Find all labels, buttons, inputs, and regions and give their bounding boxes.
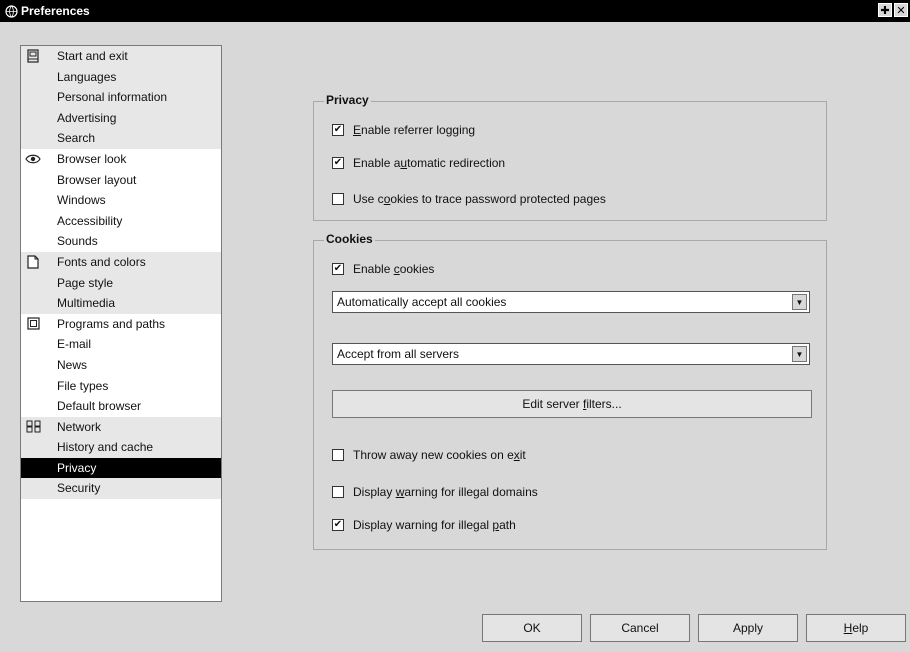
cookie-server-select[interactable]: Accept from all servers ▼ bbox=[332, 343, 810, 365]
enable-cookies-checkbox[interactable]: ✔ Enable cookies bbox=[332, 262, 434, 276]
privacy-legend: Privacy bbox=[324, 93, 371, 107]
checkbox-box[interactable]: ✔ bbox=[332, 124, 344, 136]
sidebar-item-network[interactable]: Network bbox=[21, 417, 221, 438]
chevron-down-icon[interactable]: ▼ bbox=[792, 294, 807, 310]
sidebar-item-accessibility[interactable]: Accessibility bbox=[21, 211, 221, 232]
cancel-button[interactable]: Cancel bbox=[590, 614, 690, 642]
enable-referrer-logging-checkbox[interactable]: ✔ Enable referrer logging bbox=[332, 123, 475, 137]
sidebar-item-advertising[interactable]: Advertising bbox=[21, 108, 221, 129]
category-list[interactable]: Start and exit Languages Personal informat… bbox=[20, 45, 222, 602]
close-button[interactable]: ✕ bbox=[894, 3, 908, 17]
document-icon bbox=[25, 254, 41, 270]
maximize-button[interactable]: ✚ bbox=[878, 3, 892, 17]
checkbox-label: Use cookies to trace password protected … bbox=[353, 192, 606, 206]
warn-illegal-domains-checkbox[interactable]: Display warning for illegal domains bbox=[332, 485, 538, 499]
checkbox-box[interactable]: ✔ bbox=[332, 519, 344, 531]
door-icon bbox=[25, 48, 41, 64]
sidebar-item-privacy[interactable]: Privacy bbox=[21, 457, 221, 479]
sidebar-item-languages[interactable]: Languages bbox=[21, 67, 221, 88]
category-group: Fonts and colors Page style Multimedia bbox=[21, 251, 221, 314]
checkbox-box[interactable] bbox=[332, 486, 344, 498]
help-button[interactable]: Help bbox=[806, 614, 906, 642]
sidebar-item-browser-look[interactable]: Browser look bbox=[21, 149, 221, 170]
checkbox-label: Display warning for illegal path bbox=[353, 518, 516, 532]
checkbox-box[interactable] bbox=[332, 449, 344, 461]
sidebar-item-file-types[interactable]: File types bbox=[21, 376, 221, 397]
sidebar-item-browser-layout[interactable]: Browser layout bbox=[21, 170, 221, 191]
cookies-legend: Cookies bbox=[324, 232, 375, 246]
eye-icon bbox=[25, 151, 41, 167]
category-group: Start and exit Languages Personal informat… bbox=[21, 46, 221, 149]
enable-automatic-redirection-checkbox[interactable]: ✔ Enable automatic redirection bbox=[332, 156, 505, 170]
privacy-group: Privacy ✔ Enable referrer logging ✔ Enab… bbox=[313, 93, 827, 221]
cookie-acceptance-select[interactable]: Automatically accept all cookies ▼ bbox=[332, 291, 810, 313]
program-icon bbox=[25, 316, 41, 332]
category-group: Programs and paths E-mail News File types De… bbox=[21, 314, 221, 417]
button-label: Help bbox=[843, 621, 869, 635]
category-group: Browser look Browser layout Windows Accessi… bbox=[21, 149, 221, 252]
sidebar-item-history-and-cache[interactable]: History and cache bbox=[21, 437, 221, 458]
checkbox-label: Throw away new cookies on exit bbox=[353, 448, 526, 462]
throw-away-cookies-checkbox[interactable]: Throw away new cookies on exit bbox=[332, 448, 526, 462]
category-group: Network History and cache Privacy Security bbox=[21, 416, 221, 500]
sidebar-item-personal-information[interactable]: Personal information bbox=[21, 87, 221, 108]
checkbox-label: Enable cookies bbox=[353, 262, 435, 276]
chevron-down-icon[interactable]: ▼ bbox=[792, 346, 807, 362]
apply-button[interactable]: Apply bbox=[698, 614, 798, 642]
edit-server-filters-button[interactable]: Edit server filters... bbox=[332, 390, 812, 418]
checkbox-label: Display warning for illegal domains bbox=[353, 485, 538, 499]
globe-icon bbox=[4, 4, 18, 18]
sidebar-item-default-browser[interactable]: Default browser bbox=[21, 396, 221, 417]
sidebar-item-sounds[interactable]: Sounds bbox=[21, 231, 221, 252]
checkmark-icon: ✔ bbox=[333, 519, 343, 530]
ok-button[interactable]: OK bbox=[482, 614, 582, 642]
network-icon bbox=[25, 419, 41, 435]
checkmark-icon: ✔ bbox=[333, 124, 343, 135]
cookies-group: Cookies ✔ Enable cookies Automatically a… bbox=[313, 232, 827, 550]
checkmark-icon: ✔ bbox=[333, 263, 343, 274]
select-value: Accept from all servers bbox=[337, 347, 460, 361]
use-cookies-password-pages-checkbox[interactable]: Use cookies to trace password protected … bbox=[332, 192, 606, 206]
sidebar-item-search[interactable]: Search bbox=[21, 128, 221, 149]
sidebar-item-windows[interactable]: Windows bbox=[21, 190, 221, 211]
checkbox-box[interactable]: ✔ bbox=[332, 263, 344, 275]
checkbox-box[interactable] bbox=[332, 193, 344, 205]
title-bar: Preferences ✚ ✕ bbox=[0, 0, 910, 22]
button-label: Edit server filters... bbox=[522, 397, 622, 411]
warn-illegal-path-checkbox[interactable]: ✔ Display warning for illegal path bbox=[332, 518, 516, 532]
sidebar-item-multimedia[interactable]: Multimedia bbox=[21, 293, 221, 314]
checkbox-label: Enable referrer logging bbox=[353, 123, 476, 137]
checkbox-box[interactable]: ✔ bbox=[332, 157, 344, 169]
sidebar-item-news[interactable]: News bbox=[21, 355, 221, 376]
sidebar-item-page-style[interactable]: Page style bbox=[21, 273, 221, 294]
checkbox-label: Enable automatic redirection bbox=[353, 156, 506, 170]
sidebar-item-programs-and-paths[interactable]: Programs and paths bbox=[21, 314, 221, 335]
window-title: Preferences bbox=[21, 4, 90, 18]
sidebar-item-start-and-exit[interactable]: Start and exit bbox=[21, 46, 221, 67]
select-value: Automatically accept all cookies bbox=[337, 295, 507, 309]
sidebar-item-security[interactable]: Security bbox=[21, 478, 221, 499]
sidebar-item-e-mail[interactable]: E-mail bbox=[21, 334, 221, 355]
checkmark-icon: ✔ bbox=[333, 157, 343, 168]
sidebar-item-fonts-and-colors[interactable]: Fonts and colors bbox=[21, 252, 221, 273]
